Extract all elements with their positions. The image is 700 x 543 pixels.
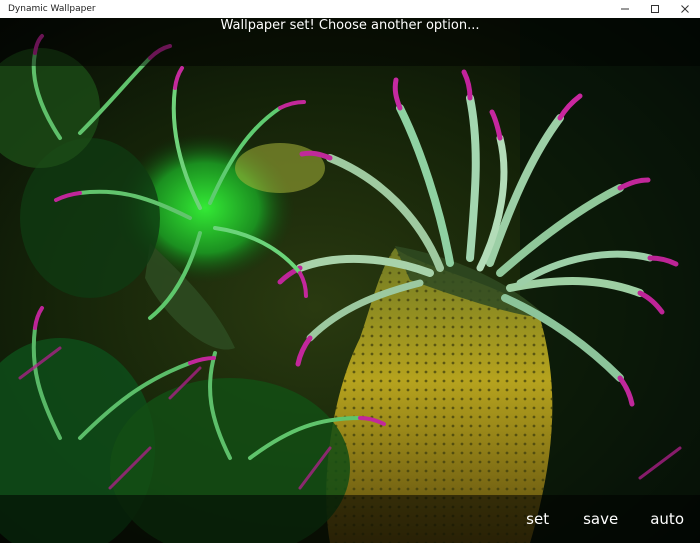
title-bar[interactable]: Dynamic Wallpaper (0, 0, 700, 18)
set-button[interactable]: set (526, 510, 549, 528)
action-group: set save auto (526, 495, 700, 543)
close-button[interactable] (670, 0, 700, 18)
close-icon (681, 5, 689, 13)
maximize-button[interactable] (640, 0, 670, 18)
wallpaper-image (0, 18, 700, 543)
app-window: Dynamic Wallpaper Wallpaper set! Choose … (0, 0, 700, 543)
status-message: Wallpaper set! Choose another option... (220, 18, 480, 33)
maximize-icon (651, 5, 659, 13)
window-title: Dynamic Wallpaper (8, 4, 96, 14)
minimize-icon (621, 8, 629, 10)
auto-button[interactable]: auto (650, 510, 684, 528)
status-bar: Wallpaper set! Choose another option... (0, 18, 700, 66)
command-bar: set save auto (0, 495, 700, 543)
save-button[interactable]: save (583, 510, 618, 528)
minimize-button[interactable] (610, 0, 640, 18)
window-controls (610, 0, 700, 18)
